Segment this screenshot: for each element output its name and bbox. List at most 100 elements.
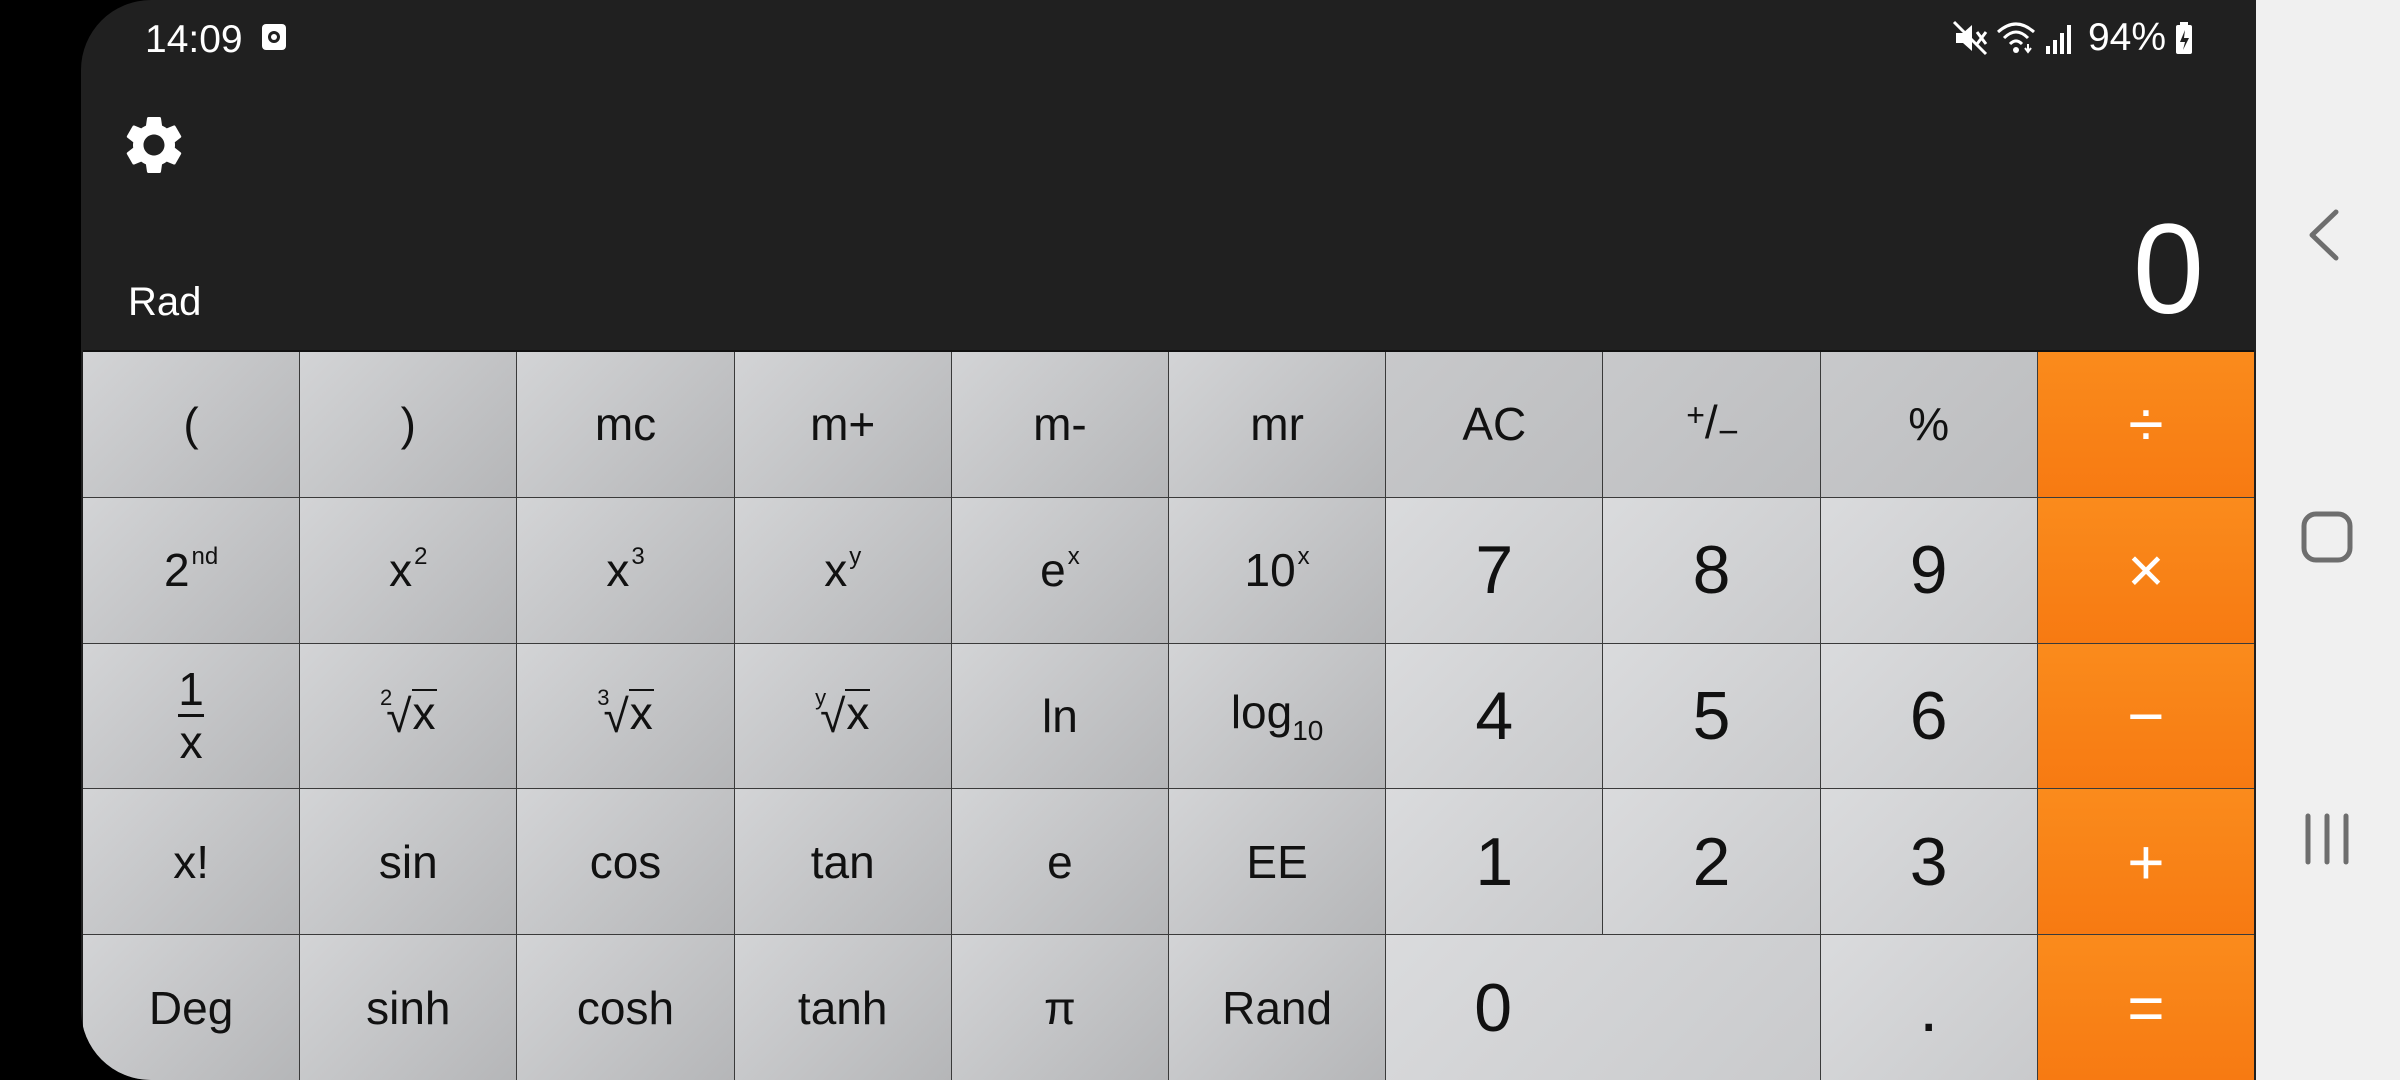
digit-6-key[interactable]: 6	[1820, 643, 2037, 789]
mute-icon	[1952, 20, 1988, 56]
keypad: ( ) mc m+ m- mr AC +/− % ÷ 2nd x2 x3 xy …	[83, 350, 2254, 1080]
back-icon[interactable]	[2256, 180, 2400, 290]
signal-icon	[2045, 25, 2071, 54]
y-root-key[interactable]: y √ x	[734, 643, 951, 789]
key-label: 7	[1475, 532, 1514, 609]
all-clear-key[interactable]: AC	[1386, 352, 1603, 497]
cosh-key[interactable]: cosh	[517, 935, 734, 1080]
equals-key[interactable]: =	[2037, 935, 2254, 1080]
subtract-key[interactable]: −	[2037, 643, 2254, 789]
key-label: cos	[589, 835, 662, 888]
digit-4-key[interactable]: 4	[1386, 643, 1603, 789]
euler-key[interactable]: e	[951, 789, 1168, 935]
key-label: sin	[378, 835, 438, 888]
add-key[interactable]: +	[2037, 789, 2254, 935]
power-key[interactable]: xy	[734, 497, 951, 643]
key-label-part: x	[606, 544, 630, 597]
ee-key[interactable]: EE	[1168, 789, 1386, 935]
digit-3-key[interactable]: 3	[1820, 789, 2037, 935]
key-label-part: 2	[414, 543, 428, 571]
key-label: x3	[606, 543, 644, 597]
tanh-key[interactable]: tanh	[734, 935, 951, 1080]
digit-5-key[interactable]: 5	[1603, 643, 1820, 789]
digit-7-key[interactable]: 7	[1386, 497, 1603, 643]
key-label-part: nd	[191, 543, 219, 571]
key-label-part: log	[1230, 685, 1293, 738]
key-label-part: x	[845, 686, 871, 739]
key-label: (	[183, 398, 199, 451]
memory-subtract-key[interactable]: m-	[951, 352, 1168, 497]
digit-0-key[interactable]: 0	[1386, 935, 1820, 1080]
multiply-key[interactable]: ×	[2037, 497, 2254, 643]
close-paren-key[interactable]: )	[300, 352, 517, 497]
digit-2-key[interactable]: 2	[1603, 789, 1820, 935]
key-label: mc	[594, 398, 657, 451]
key-label: m-	[1033, 398, 1087, 451]
deg-key[interactable]: Deg	[83, 935, 300, 1080]
key-label: +/−	[1684, 395, 1739, 453]
calculator-screen: 14:09 9 4% Rad 0 () mc m+ m- mr AC +/− %…	[81, 0, 2256, 1080]
ten-power-key[interactable]: 10x	[1168, 497, 1386, 643]
key-label: .	[1919, 969, 1939, 1046]
key-label-part: x	[179, 716, 203, 769]
key-label: −	[2127, 679, 2165, 752]
rand-key[interactable]: Rand	[1168, 935, 1386, 1080]
cos-key[interactable]: cos	[517, 789, 734, 935]
digit-9-key[interactable]: 9	[1820, 497, 2037, 643]
ln-key[interactable]: ln	[951, 643, 1168, 789]
open-paren-key[interactable]: (	[83, 352, 300, 497]
memory-recall-key[interactable]: mr	[1168, 352, 1386, 497]
key-label: %	[1908, 398, 1950, 451]
display-value: 0	[2132, 198, 2206, 341]
key-label: 2 √ x	[380, 685, 437, 743]
tan-key[interactable]: tan	[734, 789, 951, 935]
plus-minus-key[interactable]: +/−	[1603, 352, 1820, 497]
cube-root-key[interactable]: 3 √ x	[517, 643, 734, 789]
key-label-part: e	[1040, 544, 1066, 597]
key-label-part: 2	[163, 544, 190, 597]
reciprocal-key[interactable]: 1x	[83, 643, 300, 789]
key-label: x2	[389, 543, 427, 597]
exp-key[interactable]: ex	[951, 497, 1168, 643]
key-label: ÷	[2128, 388, 2164, 461]
key-label-part: x	[1067, 543, 1080, 571]
key-label: =	[2127, 971, 2165, 1044]
key-label: 0	[1474, 969, 1513, 1046]
digit-8-key[interactable]: 8	[1603, 497, 1820, 643]
cube-key[interactable]: x3	[517, 497, 734, 643]
key-label: x!	[173, 835, 209, 888]
key-label-part: /	[1704, 396, 1718, 449]
key-label-part: 3	[631, 543, 645, 571]
home-icon[interactable]	[2256, 482, 2400, 592]
square-root-key[interactable]: 2 √ x	[300, 643, 517, 789]
percent-key[interactable]: %	[1820, 352, 2037, 497]
divide-key[interactable]: ÷	[2037, 352, 2254, 497]
key-label: 1x	[178, 666, 205, 769]
status-time: 14:09	[145, 18, 243, 61]
key-label-part: x	[1297, 543, 1310, 571]
angle-mode-label: Rad	[128, 280, 202, 324]
status-icons: 94%	[1952, 16, 2194, 60]
key-label: 2nd	[164, 543, 218, 597]
key-label: cosh	[576, 981, 675, 1034]
settings-gear-icon[interactable]	[119, 110, 189, 180]
pi-key[interactable]: π	[951, 935, 1168, 1080]
log10-key[interactable]: log10	[1168, 643, 1386, 789]
status-bar: 14:09 94%	[81, 0, 2256, 75]
decimal-key[interactable]: .	[1820, 935, 2037, 1080]
sinh-key[interactable]: sinh	[300, 935, 517, 1080]
memory-add-key[interactable]: m+	[734, 352, 951, 497]
key-label-part: √	[386, 689, 412, 742]
recents-icon[interactable]	[2256, 784, 2400, 894]
sin-key[interactable]: sin	[300, 789, 517, 935]
second-function-key[interactable]: 2nd	[83, 497, 300, 643]
memory-clear-key[interactable]: mc	[517, 352, 734, 497]
key-label-part: x	[389, 544, 413, 597]
key-label: e	[1047, 835, 1073, 888]
digit-1-key[interactable]: 1	[1386, 789, 1603, 935]
key-label: 3	[1909, 823, 1948, 900]
key-label: 8	[1692, 532, 1731, 609]
factorial-key[interactable]: x!	[83, 789, 300, 935]
square-key[interactable]: x2	[300, 497, 517, 643]
key-label-part: +	[1686, 397, 1705, 434]
